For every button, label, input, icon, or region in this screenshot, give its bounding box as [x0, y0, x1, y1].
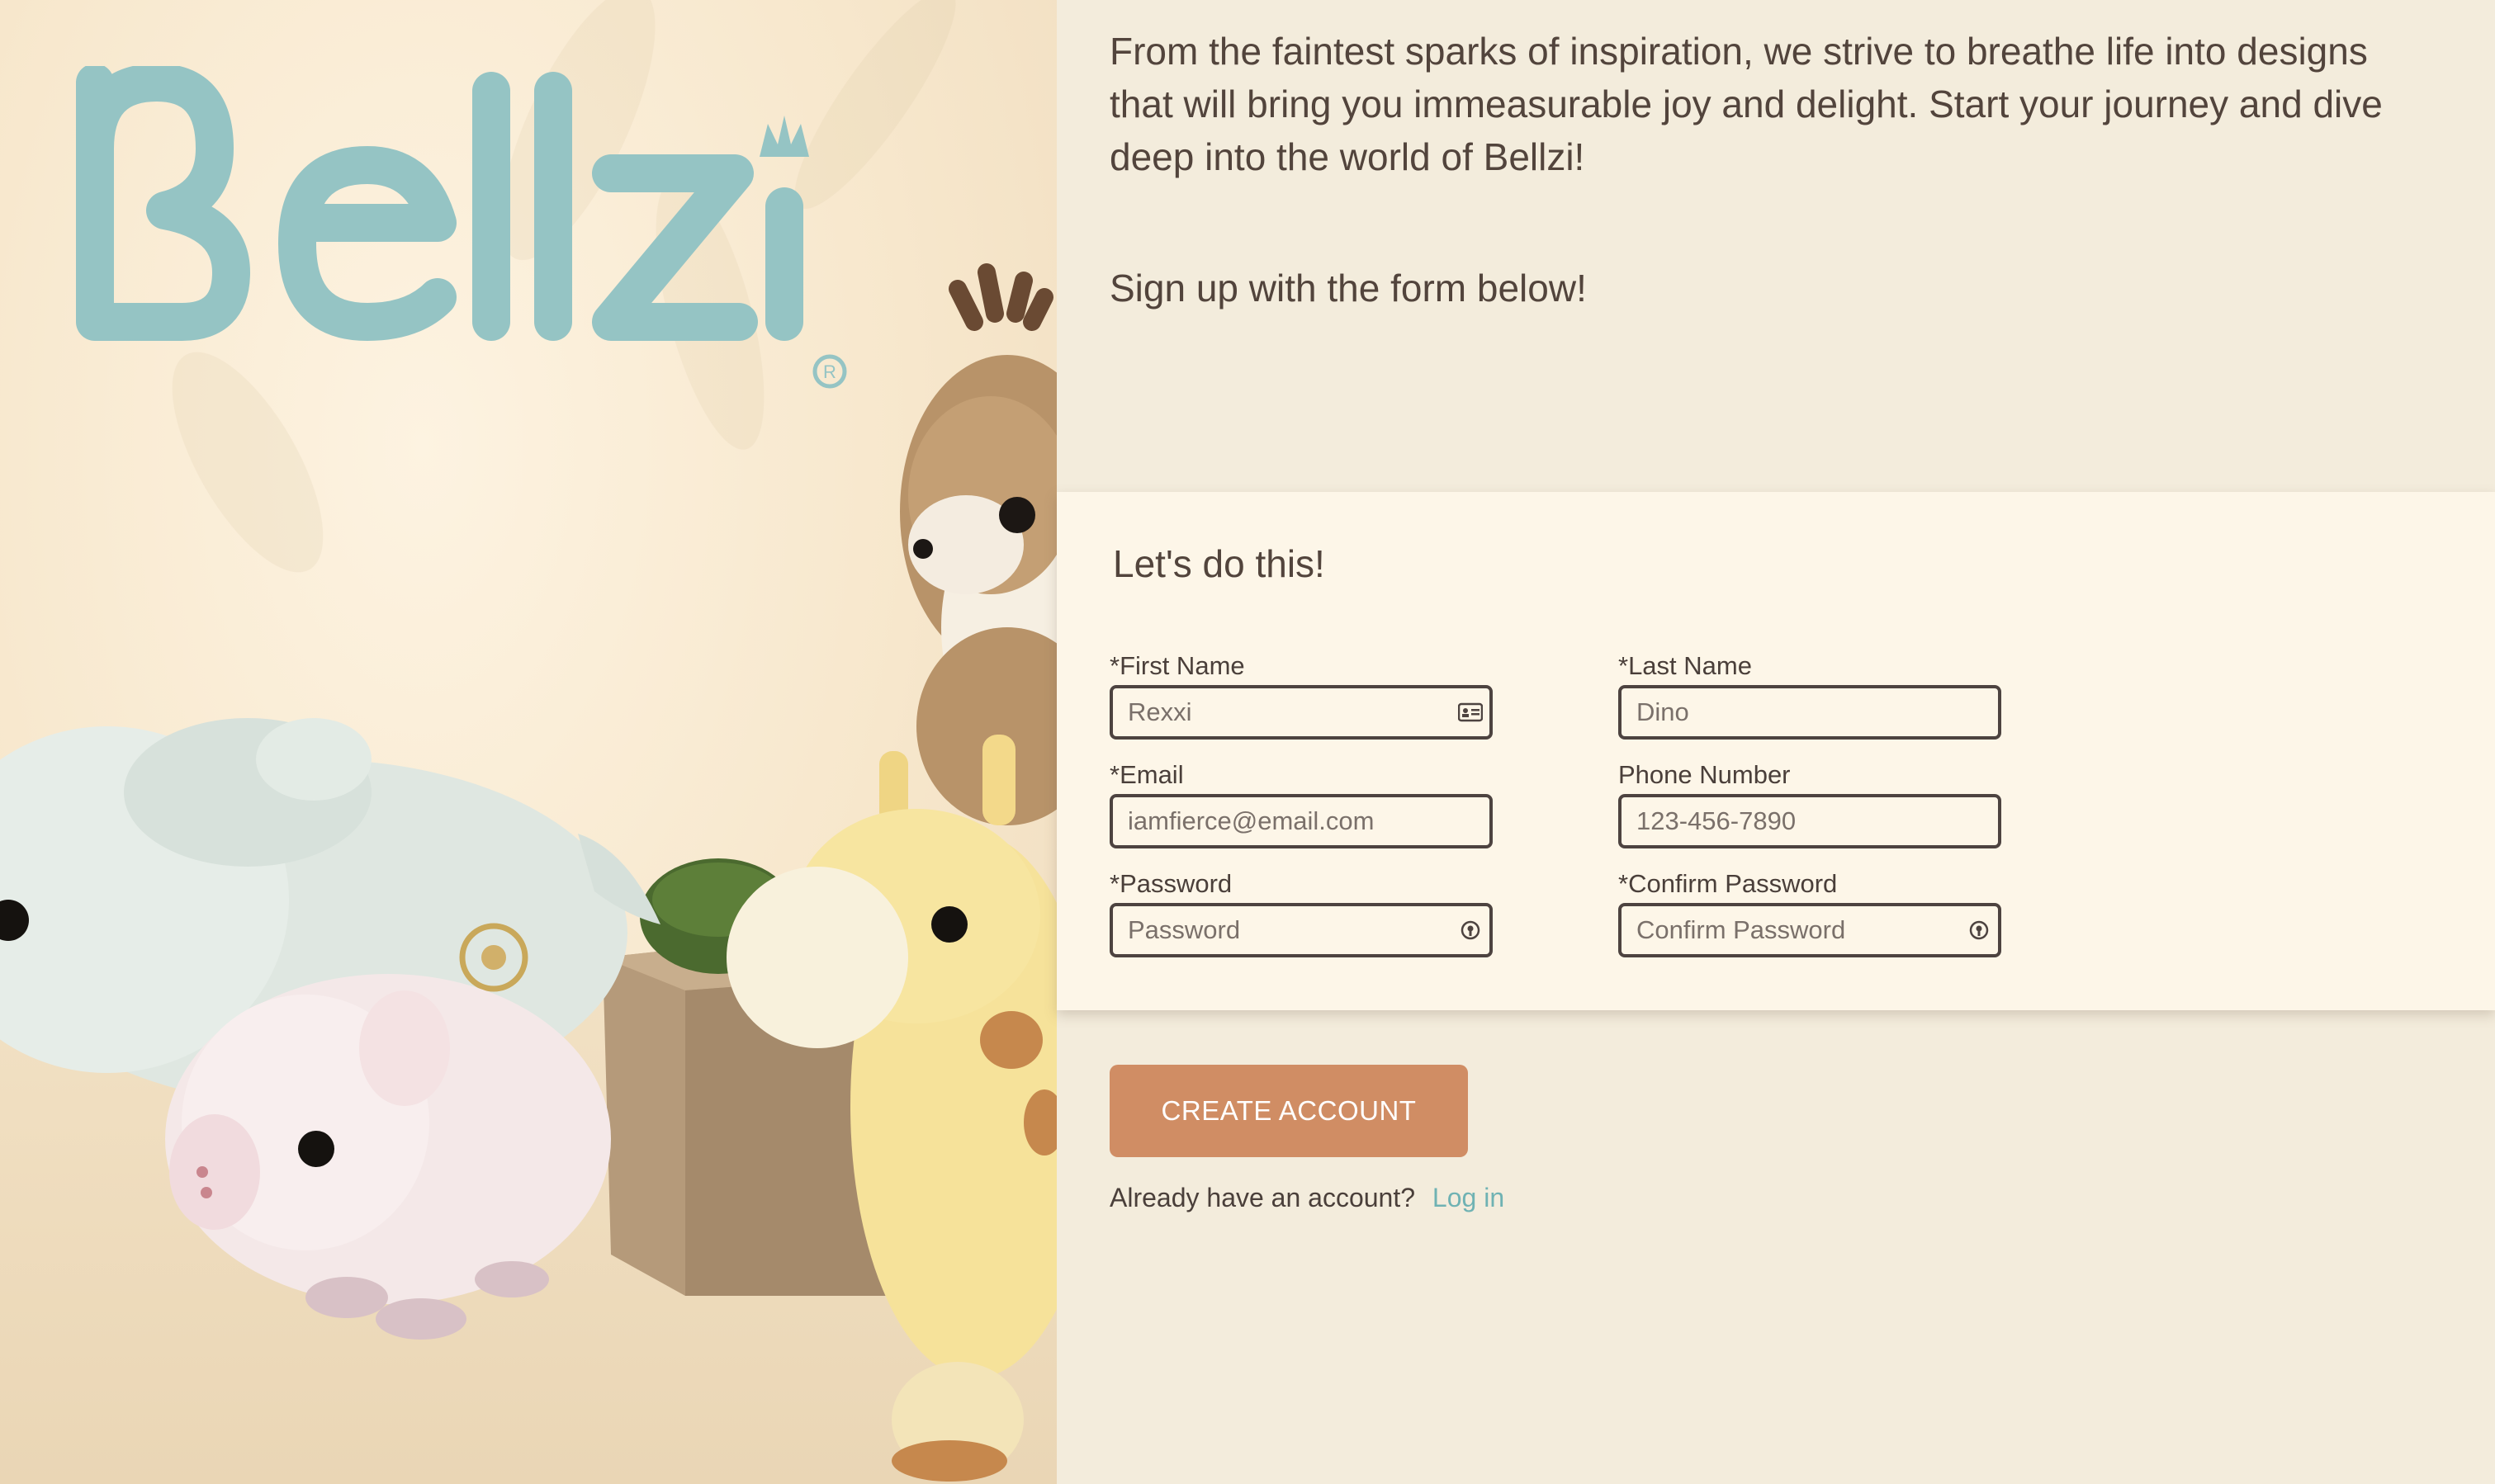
first-name-label: *First Name — [1110, 651, 1245, 680]
signup-form-card: Let's do this! *First Name *Last Name *E… — [1057, 492, 2495, 1010]
last-name-input[interactable] — [1622, 688, 1981, 736]
login-link[interactable]: Log in — [1432, 1183, 1504, 1212]
phone-label: Phone Number — [1618, 760, 1791, 789]
confirm-password-field: *Confirm Password — [1618, 868, 2005, 957]
form-title: Let's do this! — [1113, 542, 1325, 585]
confirm-password-label: *Confirm Password — [1618, 869, 1838, 898]
password-label: *Password — [1110, 869, 1233, 898]
email-input[interactable] — [1113, 797, 1473, 845]
contact-card-icon[interactable] — [1458, 702, 1483, 722]
password-input-wrapper — [1110, 903, 1493, 957]
signup-prompt: Sign up with the form below! — [1110, 267, 1587, 310]
phone-input-wrapper — [1618, 794, 2001, 848]
pig-plush — [165, 974, 611, 1340]
intro-text: From the faintest sparks of inspiration,… — [1110, 25, 2398, 183]
login-prompt-line: Already have an account? Log in — [1110, 1183, 1504, 1213]
phone-field: Phone Number — [1618, 759, 2005, 848]
confirm-password-input[interactable] — [1622, 906, 1981, 954]
last-name-input-wrapper — [1618, 685, 2001, 740]
email-field: *Email — [1110, 759, 1496, 848]
phone-input[interactable] — [1622, 797, 1981, 845]
bellzi-logo: R — [76, 66, 847, 389]
intro-paragraph: From the faintest sparks of inspiration,… — [1110, 30, 2383, 178]
deer-plush — [900, 263, 1057, 825]
hero-image: R — [0, 0, 1057, 1484]
password-key-icon[interactable] — [1967, 920, 1991, 940]
first-name-field: *First Name — [1110, 650, 1496, 740]
create-account-button[interactable]: CREATE ACCOUNT — [1110, 1065, 1468, 1157]
login-prompt-text: Already have an account? — [1110, 1183, 1416, 1212]
svg-text:R: R — [823, 362, 836, 382]
email-input-wrapper — [1110, 794, 1493, 848]
last-name-label: *Last Name — [1618, 651, 1752, 680]
last-name-field: *Last Name — [1618, 650, 2005, 740]
first-name-input-wrapper — [1110, 685, 1493, 740]
password-field: *Password — [1110, 868, 1496, 957]
first-name-input[interactable] — [1113, 688, 1473, 736]
password-key-icon[interactable] — [1458, 920, 1483, 940]
confirm-password-input-wrapper — [1618, 903, 2001, 957]
password-input[interactable] — [1113, 906, 1473, 954]
email-label: *Email — [1110, 760, 1184, 789]
